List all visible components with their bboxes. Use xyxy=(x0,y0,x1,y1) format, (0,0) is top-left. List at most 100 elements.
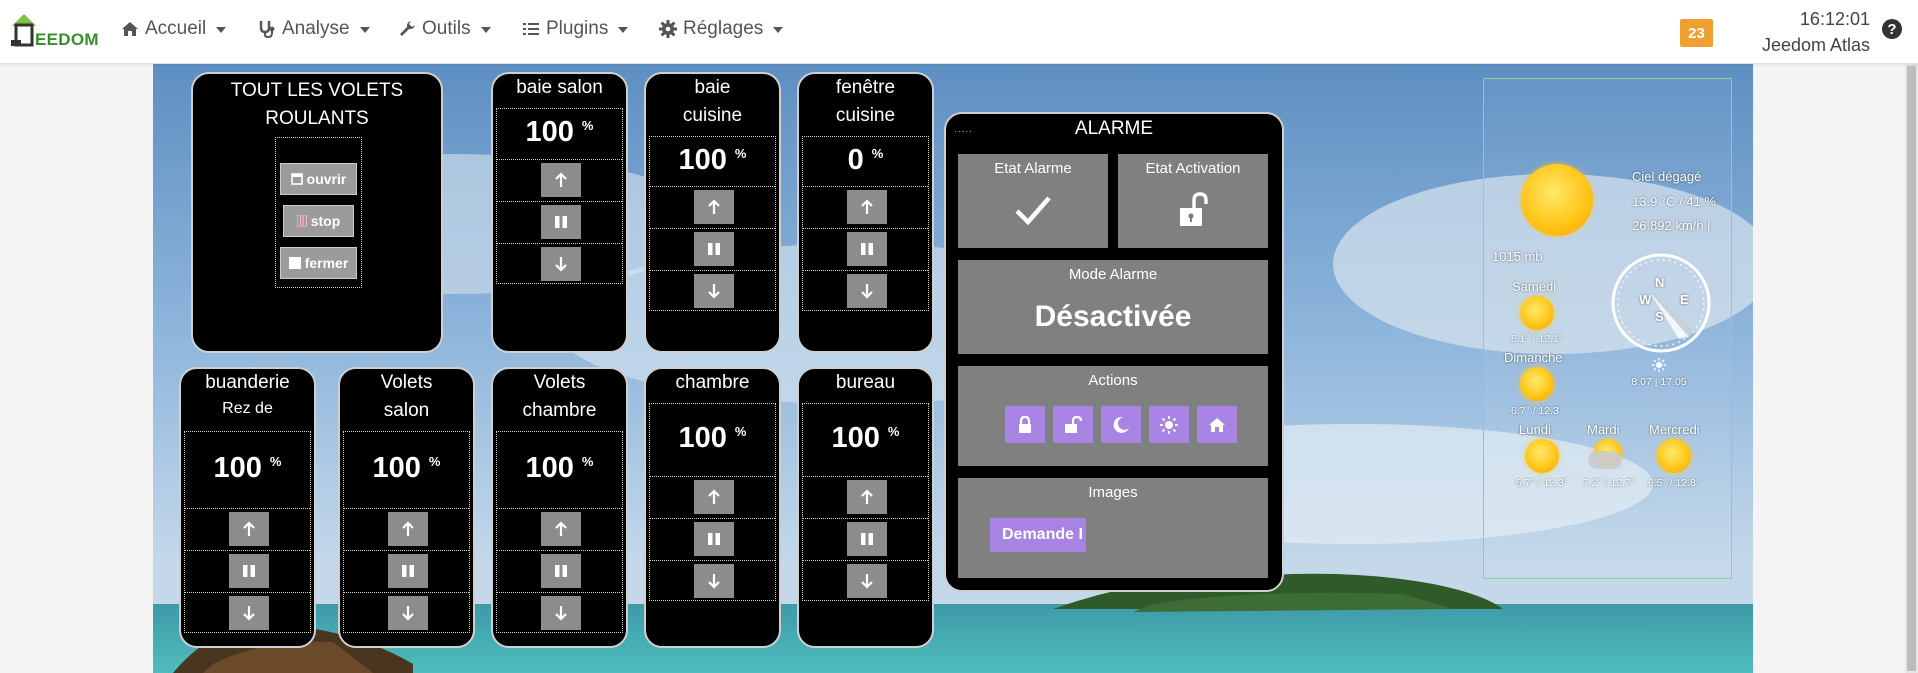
chevron-down-icon xyxy=(216,27,227,33)
arm-lock-button[interactable] xyxy=(1005,406,1045,443)
shutter-down-button[interactable] xyxy=(693,274,734,308)
menu-outils[interactable]: Outils xyxy=(397,18,491,40)
forecast-sun-icon xyxy=(1520,296,1554,330)
tile-title-line1: fenêtre xyxy=(835,77,896,98)
arrow-down-icon xyxy=(242,606,255,621)
stethoscope-icon xyxy=(259,21,275,39)
shutter-stop-button[interactable] xyxy=(228,554,269,588)
tile-title-line2: salon xyxy=(383,400,430,421)
tile-title-line2: ROULANTS xyxy=(265,108,369,129)
clock-time: 16:12:01 xyxy=(1799,9,1870,29)
shutter-down-button[interactable] xyxy=(846,274,887,308)
shutter-down-button[interactable] xyxy=(846,564,887,598)
shutter-down-button[interactable] xyxy=(540,596,581,630)
shutter-stop-button[interactable] xyxy=(540,554,581,588)
tile-title-line1: buanderie xyxy=(205,372,290,393)
shutter-stop-button[interactable] xyxy=(387,554,428,588)
shutter-down-button[interactable] xyxy=(387,596,428,630)
menu-plugins[interactable]: Plugins xyxy=(521,18,629,40)
shutter-stop-button[interactable] xyxy=(846,522,887,556)
shutter-controls: 100% xyxy=(184,431,311,633)
notification-badge[interactable]: 23 xyxy=(1680,19,1713,47)
tile-title-line1: Volets xyxy=(533,372,586,393)
home-mode-button[interactable] xyxy=(1197,406,1237,443)
tile-title-line2: cuisine xyxy=(682,105,743,126)
shutter-up-button[interactable] xyxy=(693,190,734,224)
open-all-button[interactable]: ouvrir xyxy=(280,163,357,195)
system-name[interactable]: Jeedom Atlas xyxy=(1750,32,1870,58)
night-mode-button[interactable] xyxy=(1101,406,1141,443)
alarm-images-label: Images xyxy=(1088,484,1138,501)
home-icon xyxy=(122,22,138,36)
forecast-day: Samedi xyxy=(1512,279,1557,294)
position-unit: % xyxy=(581,454,594,470)
forecast-temps: 6.5° / 12.8° xyxy=(1647,477,1701,489)
shutter-up-button[interactable] xyxy=(387,512,428,546)
shutter-controls: 100% xyxy=(802,403,929,601)
arrow-down-icon xyxy=(860,284,873,299)
forecast-partly-cloudy-icon xyxy=(1588,439,1624,473)
arrow-down-icon xyxy=(707,284,720,299)
open-all-label: ouvrir xyxy=(306,171,347,187)
shutter-stop-button[interactable] xyxy=(693,232,734,266)
disarm-unlock-button[interactable] xyxy=(1053,406,1093,443)
jeedom-logo[interactable]: EEDOM xyxy=(8,8,99,52)
chevron-down-icon xyxy=(618,27,629,33)
shutter-down-button[interactable] xyxy=(540,247,581,281)
chevron-down-icon xyxy=(480,27,491,33)
shutter-tile: baie cuisine 100% xyxy=(644,72,781,353)
stop-all-label: stop xyxy=(310,213,341,229)
divider xyxy=(650,228,775,229)
pause-icon xyxy=(860,243,873,255)
divider xyxy=(650,186,775,187)
shutter-down-button[interactable] xyxy=(228,596,269,630)
page-scrollbar-thumb[interactable] xyxy=(1907,66,1916,671)
shutter-up-button[interactable] xyxy=(540,512,581,546)
position-percent: 100 xyxy=(525,116,574,148)
position-percent: 100 xyxy=(831,422,880,454)
divider xyxy=(497,159,622,160)
shutter-up-button[interactable] xyxy=(846,480,887,514)
square-icon xyxy=(288,257,301,269)
shutter-stop-button[interactable] xyxy=(846,232,887,266)
request-images-button[interactable]: Demande I xyxy=(990,518,1086,552)
day-mode-button[interactable] xyxy=(1149,406,1189,443)
shutter-tile: bureau 100% xyxy=(797,367,934,648)
close-all-button[interactable]: fermer xyxy=(280,247,357,279)
shutter-controls: 100% xyxy=(496,431,623,633)
divider xyxy=(497,592,622,593)
stop-all-button[interactable]: stop xyxy=(283,205,354,237)
forecast-day: Mardi xyxy=(1587,422,1620,437)
arrow-down-icon xyxy=(860,574,873,589)
pause-icon xyxy=(707,243,720,255)
shutter-up-button[interactable] xyxy=(846,190,887,224)
position-percent: 100 xyxy=(678,143,727,176)
menu-accueil[interactable]: Accueil xyxy=(120,18,227,40)
divider xyxy=(497,550,622,551)
alarm-activation-box[interactable]: Etat Activation xyxy=(1118,154,1268,248)
shutter-controls: 100% xyxy=(496,108,623,284)
unlock-icon xyxy=(1180,192,1208,226)
arrow-up-icon xyxy=(707,199,720,214)
weather-pressure: 1015 mb xyxy=(1492,249,1543,264)
shutter-up-button[interactable] xyxy=(540,163,581,197)
shutter-controls: 0% xyxy=(802,136,929,311)
compass-e: E xyxy=(1680,292,1689,307)
alarm-mode-box[interactable]: Mode Alarme Désactivée xyxy=(958,260,1268,354)
shutter-tile: buanderie Rez de 100% xyxy=(179,367,316,648)
shutter-up-button[interactable] xyxy=(693,480,734,514)
position-percent: 100 xyxy=(525,452,574,484)
shutter-down-button[interactable] xyxy=(693,564,734,598)
chevron-down-icon xyxy=(773,27,784,33)
shutter-up-button[interactable] xyxy=(228,512,269,546)
alarm-state-box[interactable]: Etat Alarme xyxy=(958,154,1108,248)
menu-reglages[interactable]: Réglages xyxy=(658,18,784,40)
shutter-stop-button[interactable] xyxy=(540,205,581,239)
menu-label: Analyse xyxy=(282,18,350,39)
menu-analyse[interactable]: Analyse xyxy=(257,18,370,40)
shutter-position-value: 100% xyxy=(650,144,775,177)
shutter-stop-button[interactable] xyxy=(693,522,734,556)
gear-icon xyxy=(659,20,677,38)
divider xyxy=(803,560,928,561)
help-icon[interactable]: ? xyxy=(1882,19,1902,39)
